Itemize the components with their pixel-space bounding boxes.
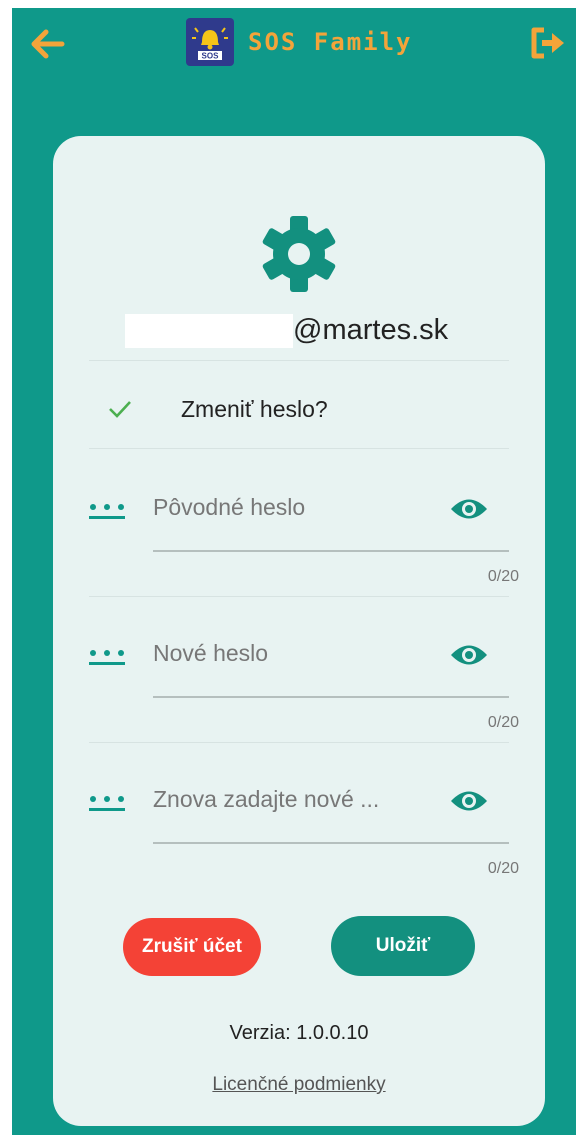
password-icon xyxy=(89,794,125,816)
show-password-toggle[interactable] xyxy=(449,642,489,668)
character-counter: 0/20 xyxy=(487,568,519,585)
eye-icon xyxy=(451,791,487,811)
input-underline xyxy=(153,550,509,552)
show-password-toggle[interactable] xyxy=(449,788,489,814)
logo-text: SOS xyxy=(202,52,220,61)
change-password-checkbox[interactable] xyxy=(107,396,133,422)
character-counter: 0/20 xyxy=(487,860,519,877)
divider xyxy=(89,742,509,743)
confirm-password-input[interactable] xyxy=(153,776,433,822)
gear-icon xyxy=(262,216,336,292)
password-icon xyxy=(89,648,125,670)
input-underline xyxy=(153,842,509,844)
original-password-field: 0/20 xyxy=(89,484,519,604)
character-counter: 0/20 xyxy=(487,714,519,731)
new-password-field: 0/20 xyxy=(89,630,519,750)
logout-icon xyxy=(531,27,564,59)
back-button[interactable] xyxy=(28,26,68,62)
logout-button[interactable] xyxy=(528,24,568,62)
version-label: Verzia: 1.0.0.10 xyxy=(229,1022,369,1044)
eye-icon xyxy=(451,645,487,665)
divider xyxy=(89,448,509,449)
app-screen: SOS SOS Family @martes.sk Zmeniť heslo? … xyxy=(12,8,576,1135)
license-link[interactable]: Licenčné podmienky xyxy=(53,1074,545,1096)
settings-card: @martes.sk Zmeniť heslo? 0/20 0/20 0/20 … xyxy=(53,136,545,1126)
divider xyxy=(89,596,509,597)
app-logo: SOS xyxy=(186,18,234,66)
app-bar: SOS SOS Family xyxy=(12,8,576,80)
app-title: SOS Family xyxy=(248,28,413,56)
eye-icon xyxy=(451,499,487,519)
change-password-label[interactable]: Zmeniť heslo? xyxy=(181,396,328,423)
delete-account-button[interactable]: Zrušiť účet xyxy=(123,918,261,976)
password-icon xyxy=(89,502,125,524)
arrow-left-icon xyxy=(31,29,65,59)
email-redaction xyxy=(125,314,293,348)
confirm-password-field: 0/20 xyxy=(89,776,519,896)
save-button[interactable]: Uložiť xyxy=(331,916,475,976)
input-underline xyxy=(153,696,509,698)
original-password-input[interactable] xyxy=(153,484,433,530)
show-password-toggle[interactable] xyxy=(449,496,489,522)
checkmark-icon xyxy=(109,401,131,418)
divider xyxy=(89,360,509,361)
new-password-input[interactable] xyxy=(153,630,433,676)
account-email: @martes.sk xyxy=(293,314,449,346)
